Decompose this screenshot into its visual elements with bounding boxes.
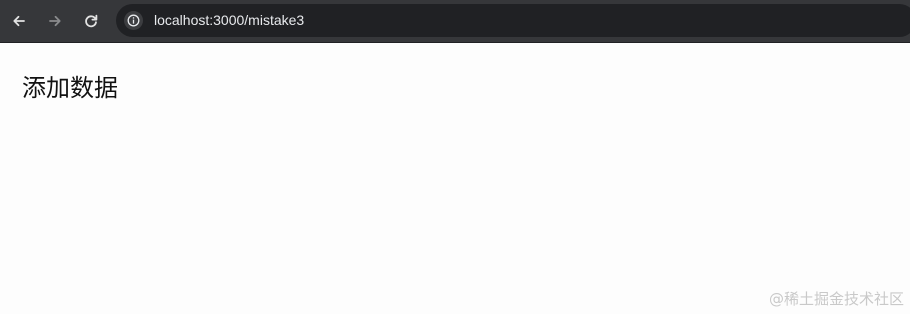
arrow-left-icon <box>11 13 27 29</box>
page-heading: 添加数据 <box>22 74 118 102</box>
reload-button[interactable] <box>78 8 104 34</box>
forward-button[interactable] <box>42 8 68 34</box>
page-content: 添加数据 @稀土掘金技术社区 <box>0 43 910 314</box>
watermark: @稀土掘金技术社区 <box>768 290 904 308</box>
url-text[interactable]: localhost:3000/mistake3 <box>154 12 304 29</box>
back-button[interactable] <box>6 8 32 34</box>
browser-toolbar: localhost:3000/mistake3 <box>0 0 910 43</box>
info-icon[interactable] <box>124 11 143 30</box>
arrow-right-icon <box>47 13 63 29</box>
reload-icon <box>83 13 99 29</box>
address-bar[interactable]: localhost:3000/mistake3 <box>116 4 910 37</box>
